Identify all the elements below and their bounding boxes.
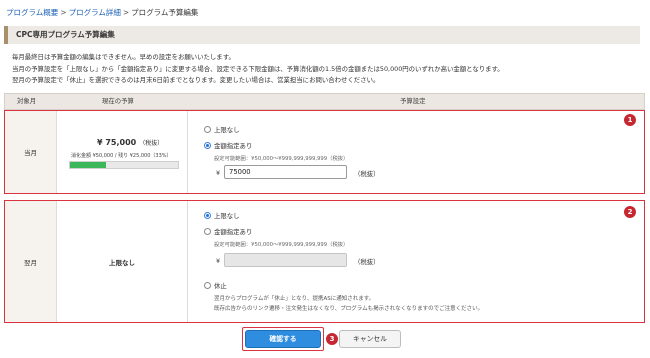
radio-button[interactable]	[204, 212, 211, 219]
radio-button[interactable]	[204, 126, 211, 133]
current-budget-unlimited: 上限なし	[109, 259, 135, 267]
current-budget-cell: ¥ 75,000 （税抜） 消化金額 ¥50,000 / 残り ¥25,000（3…	[57, 111, 188, 193]
radio-specified[interactable]: 金額指定あり	[204, 141, 252, 150]
consumption-text: 消化金額 ¥50,000 / 残り ¥25,000（33%）	[71, 153, 172, 159]
budget-amount-input[interactable]	[224, 253, 347, 267]
radio-label: 休止	[214, 282, 227, 290]
tax-label: （税抜）	[354, 170, 380, 178]
breadcrumb-link-program-detail[interactable]: プログラム詳細	[69, 8, 121, 17]
budget-table-header: 対象月 現在の予算 予算設定	[4, 93, 645, 110]
pause-note: 翌月からプログラムが「休止」となり、提携ASに通知されます。	[214, 296, 375, 302]
budget-amount-input[interactable]: 75000	[224, 165, 347, 179]
radio-label: 上限なし	[214, 212, 240, 220]
header-month: 対象月	[17, 97, 37, 105]
progress-fill	[70, 162, 106, 168]
cancel-button[interactable]: キャンセル	[339, 330, 401, 348]
radio-button[interactable]	[204, 228, 211, 235]
yen-symbol: ¥	[216, 169, 221, 177]
yen-symbol: ¥	[216, 257, 221, 265]
pause-note: 既存広告からのリンク遷移・注文発生はなくなり、プログラムも掲示されなくなりますの…	[214, 306, 484, 312]
radio-unlimited[interactable]: 上限なし	[204, 125, 240, 134]
radio-pause[interactable]: 休止	[204, 281, 227, 290]
annotation-badge: 3	[326, 333, 338, 345]
notice-text: 毎月最終日は予算金額の編集はできません。早めの設定をお願いいたします。 当月の予…	[12, 52, 504, 87]
breadcrumb-current: プログラム予算編集	[131, 8, 199, 17]
radio-button[interactable]	[204, 142, 211, 149]
current-budget-amount: ¥ 75,000 （税抜）	[97, 138, 163, 147]
radio-unlimited[interactable]: 上限なし	[204, 211, 240, 220]
breadcrumb: プログラム概要 > プログラム詳細 > プログラム予算編集	[6, 7, 198, 18]
consumption-progress-bar	[69, 161, 179, 169]
current-budget-cell: 上限なし	[57, 201, 188, 322]
month-label: 翌月	[5, 201, 57, 322]
breadcrumb-separator: >	[122, 8, 130, 17]
budget-row-next-month: 2 翌月 上限なし 上限なし 金額指定あり 設定可能範囲：¥50,000〜¥99…	[4, 200, 645, 323]
notice-line: 毎月最終日は予算金額の編集はできません。早めの設定をお願いいたします。	[12, 53, 235, 61]
radio-specified[interactable]: 金額指定あり	[204, 227, 252, 236]
range-hint: 設定可能範囲：¥50,000〜¥999,999,999,999（税抜）	[214, 242, 349, 248]
radio-label: 金額指定あり	[214, 228, 253, 236]
header-budget-settings: 予算設定	[400, 97, 426, 105]
breadcrumb-separator: >	[60, 8, 67, 17]
month-label: 当月	[5, 111, 57, 193]
radio-label: 上限なし	[214, 126, 240, 134]
budget-settings-cell: 上限なし 金額指定あり 設定可能範囲：¥50,000〜¥999,999,999,…	[188, 111, 644, 193]
radio-button[interactable]	[204, 282, 211, 289]
radio-label: 金額指定あり	[214, 142, 253, 150]
tax-label: （税抜）	[354, 258, 380, 266]
budget-settings-cell: 上限なし 金額指定あり 設定可能範囲：¥50,000〜¥999,999,999,…	[188, 201, 644, 322]
confirm-button[interactable]: 確認する	[245, 330, 321, 348]
breadcrumb-link-program-overview[interactable]: プログラム概要	[6, 8, 58, 17]
tax-label: （税抜）	[139, 140, 164, 147]
notice-line: 翌月の予算設定で「休止」を選択できるのは月末6日前までとなります。変更したい場合…	[12, 76, 380, 84]
range-hint: 設定可能範囲：¥50,000〜¥999,999,999,999（税抜）	[214, 156, 349, 162]
budget-row-current-month: 1 当月 ¥ 75,000 （税抜） 消化金額 ¥50,000 / 残り ¥25,…	[4, 110, 645, 194]
amount-value: ¥ 75,000	[97, 138, 137, 147]
notice-line: 当月の予算設定を「上限なし」から「金額指定あり」に変更する場合、設定できる下限金…	[12, 64, 504, 73]
header-current-budget: 現在の予算	[102, 97, 134, 105]
section-title: CPC専用プログラム予算編集	[4, 26, 640, 44]
